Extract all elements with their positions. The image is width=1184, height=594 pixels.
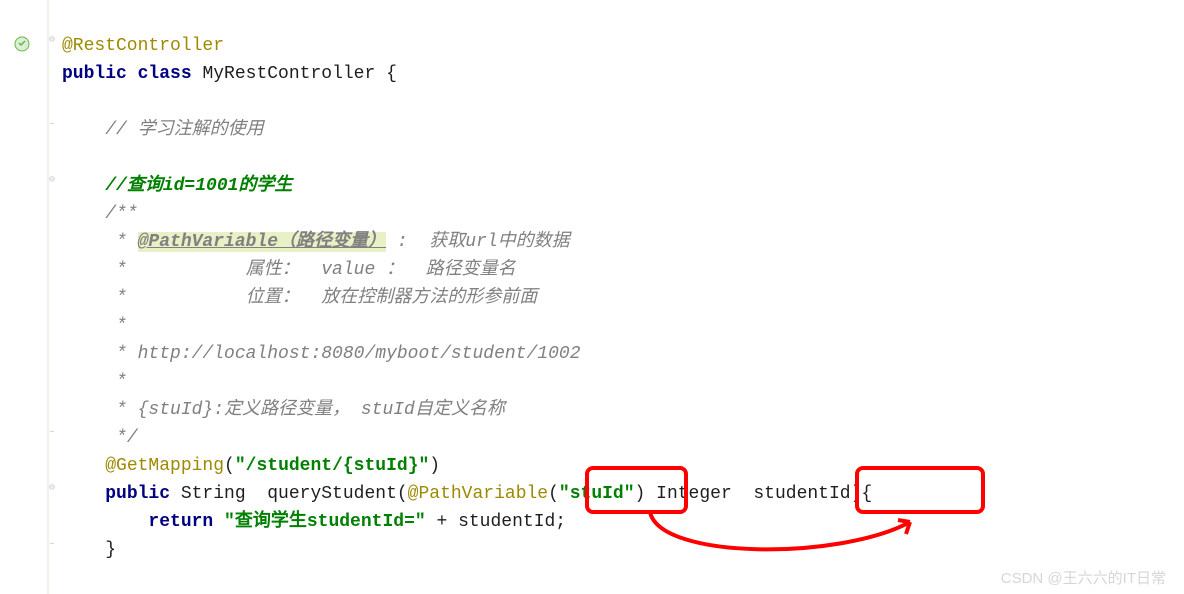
- doc-comment: *: [105, 316, 127, 336]
- method-sig: String queryStudent(: [170, 484, 408, 504]
- fold-marker[interactable]: –: [49, 428, 55, 438]
- brace-close: }: [105, 540, 116, 560]
- doc-tag-highlight: @PathVariable（路径变量）: [138, 232, 386, 252]
- string-literal: "/student/{stuId}": [235, 456, 429, 476]
- highlight-box-studentid: [855, 466, 985, 514]
- spring-icon: [14, 36, 30, 52]
- fold-marker[interactable]: ⊖: [49, 484, 55, 494]
- doc-comment: *: [105, 232, 137, 252]
- paren: (: [224, 456, 235, 476]
- annotation: @GetMapping: [105, 456, 224, 476]
- string-literal: "stuId": [559, 484, 635, 504]
- keyword: public: [105, 484, 170, 504]
- doc-comment: */: [105, 428, 137, 448]
- annotation: @RestController: [62, 36, 224, 56]
- keyword: public: [62, 64, 127, 84]
- doc-comment: /**: [105, 204, 137, 224]
- fold-marker[interactable]: –: [49, 120, 55, 130]
- class-decl: MyRestController {: [192, 64, 397, 84]
- doc-comment: : 获取url中的数据: [386, 232, 570, 252]
- keyword: return: [148, 512, 213, 532]
- comment: //查询id=1001的学生: [105, 176, 292, 196]
- paren: ): [429, 456, 440, 476]
- annotation: @PathVariable: [408, 484, 548, 504]
- fold-marker[interactable]: ⊖: [49, 176, 55, 186]
- paren: (: [548, 484, 559, 504]
- doc-comment: * http://localhost:8080/myboot/student/1…: [105, 344, 580, 364]
- watermark: CSDN @王六六的IT日常: [1001, 567, 1166, 588]
- method-sig-tail: ) Integer studentId){: [635, 484, 873, 504]
- doc-comment: * 位置： 放在控制器方法的形参前面: [105, 288, 537, 308]
- comment: // 学习注解的使用: [105, 120, 263, 140]
- fold-marker[interactable]: ⊖: [49, 36, 55, 46]
- doc-comment: * {stuId}:定义路径变量， stuId自定义名称: [105, 400, 505, 420]
- doc-comment: *: [105, 372, 127, 392]
- gutter: [0, 0, 49, 594]
- doc-comment: * 属性： value ： 路径变量名: [105, 260, 515, 280]
- expr: + studentId;: [426, 512, 566, 532]
- fold-marker[interactable]: –: [49, 540, 55, 550]
- code-block: @RestController public class MyRestContr…: [62, 4, 872, 564]
- string-literal: "查询学生studentId=": [224, 512, 426, 532]
- keyword: class: [138, 64, 192, 84]
